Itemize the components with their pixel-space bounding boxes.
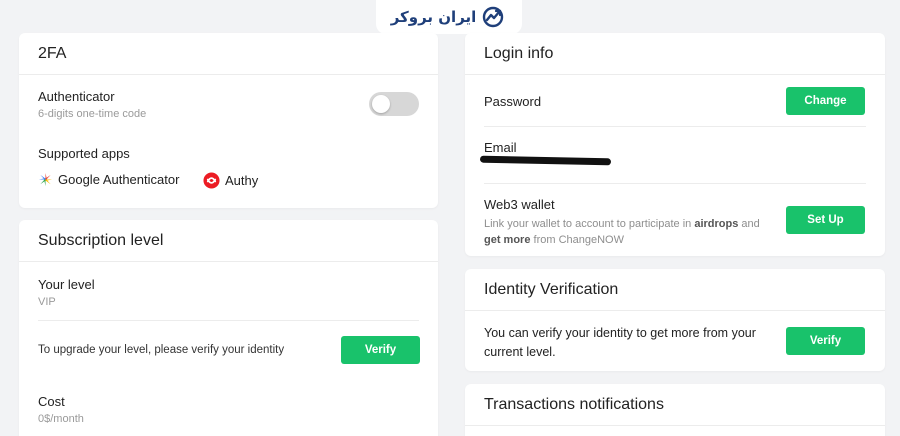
web3-desc-part: from ChangeNOW (530, 234, 624, 246)
cost-label: Cost (38, 394, 65, 409)
login-title: Login info (465, 33, 885, 75)
identity-verify-button[interactable]: Verify (786, 327, 865, 355)
web3-description: Link your wallet to account to participa… (484, 216, 775, 248)
app-name: Authy (225, 173, 259, 188)
cost-row: Cost 0$/month (38, 394, 419, 425)
identity-text: You can verify your identity to get more… (484, 326, 756, 359)
google-authenticator-icon (38, 172, 53, 187)
your-level-value: VIP (38, 296, 56, 308)
subscription-verify-button[interactable]: Verify (341, 336, 420, 364)
identity-card: Identity Verification You can verify you… (465, 269, 885, 371)
divider (484, 183, 866, 184)
cost-value: 0$/month (38, 413, 84, 425)
web3-setup-button[interactable]: Set Up (786, 206, 865, 234)
authy-icon (203, 172, 220, 189)
your-level-label: Your level (38, 277, 95, 292)
web3-desc-bold: get more (484, 234, 531, 246)
change-password-button[interactable]: Change (786, 87, 865, 115)
transactions-card: Transactions notifications (465, 384, 885, 436)
app-authy: Authy (203, 172, 258, 189)
identity-title: Identity Verification (465, 269, 885, 311)
divider (484, 126, 866, 127)
authenticator-sub: 6-digits one-time code (38, 108, 147, 120)
toggle-knob (372, 95, 390, 113)
web3-label: Web3 wallet (484, 197, 555, 212)
transactions-title: Transactions notifications (465, 384, 885, 426)
your-level-row: Your level VIP (38, 277, 419, 308)
app-google-authenticator: Google Authenticator (38, 172, 179, 187)
twofa-title: 2FA (19, 33, 438, 75)
brand-chart-icon (483, 6, 504, 28)
email-label: Email (484, 140, 517, 155)
authenticator-toggle[interactable] (369, 92, 419, 116)
subscription-card: Subscription level Your level VIP To upg… (19, 220, 438, 436)
login-info-card: Login info Password Change Email Web3 wa… (465, 33, 885, 256)
web3-desc-part: Link your wallet to account to participa… (484, 218, 695, 230)
app-name: Google Authenticator (58, 172, 180, 187)
twofa-card: 2FA Authenticator 6-digits one-time code… (19, 33, 438, 208)
supported-apps-label: Supported apps (38, 146, 130, 161)
authenticator-row: Authenticator 6-digits one-time code (38, 89, 419, 120)
divider (38, 320, 419, 321)
brand-logo-text: ایران بروکر (390, 8, 477, 26)
web3-row: Web3 wallet Link your wallet to account … (484, 197, 775, 248)
web3-desc-part: and (738, 218, 760, 230)
brand-logo[interactable]: ایران بروکر (376, 0, 522, 34)
web3-desc-bold: airdrops (694, 218, 739, 230)
subscription-title: Subscription level (19, 220, 438, 262)
authenticator-label: Authenticator (38, 89, 115, 104)
